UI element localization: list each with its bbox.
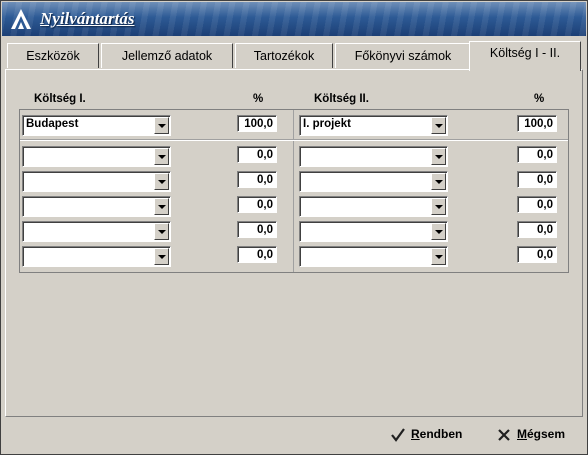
app-logo-icon xyxy=(11,9,31,29)
chevron-down-icon[interactable] xyxy=(431,148,446,165)
koltseg-2-percent-input[interactable]: 0,0 xyxy=(517,246,557,263)
koltseg-2-value: I. projekt xyxy=(303,118,351,130)
koltseg-1-select[interactable] xyxy=(22,246,171,267)
koltseg-2-percent-input[interactable]: 100,0 xyxy=(517,115,557,132)
tab-jellemzo-adatok[interactable]: Jellemző adatok xyxy=(101,43,233,68)
chevron-down-icon[interactable] xyxy=(431,173,446,190)
koltseg-2-select[interactable] xyxy=(299,221,448,242)
koltseg-1-percent-input[interactable]: 0,0 xyxy=(237,171,277,188)
koltseg-1-percent-input[interactable]: 100,0 xyxy=(237,115,277,132)
koltseg-2-select[interactable]: I. projekt xyxy=(299,115,448,136)
koltseg-2-percent-input[interactable]: 0,0 xyxy=(517,196,557,213)
cancel-button[interactable]: Mégsem xyxy=(497,425,565,443)
chevron-down-icon[interactable] xyxy=(154,198,169,215)
koltseg-1-percent-input[interactable]: 0,0 xyxy=(237,146,277,163)
ok-button[interactable]: Rendben xyxy=(391,425,462,443)
koltseg-2-select[interactable] xyxy=(299,171,448,192)
koltseg-2-percent-input[interactable]: 0,0 xyxy=(517,171,557,188)
koltseg-1-select[interactable] xyxy=(22,221,171,242)
koltseg-1-select[interactable] xyxy=(22,146,171,167)
cancel-button-label: Mégsem xyxy=(517,427,566,441)
tab-eszkozok[interactable]: Eszközök xyxy=(7,43,99,68)
koltseg-1-percent-input[interactable]: 0,0 xyxy=(237,246,277,263)
koltseg-1-percent-input[interactable]: 0,0 xyxy=(237,221,277,238)
header-koltseg-2: Költség II. xyxy=(314,93,369,105)
koltseg-1-select[interactable]: Budapest xyxy=(22,115,171,136)
chevron-down-icon[interactable] xyxy=(431,248,446,265)
koltseg-1-select[interactable] xyxy=(22,196,171,217)
window-title: Nyilvántartás xyxy=(40,9,135,28)
chevron-down-icon[interactable] xyxy=(154,148,169,165)
button-bar: Rendben Mégsem xyxy=(5,419,583,451)
koltseg-1-value: Budapest xyxy=(26,118,79,130)
x-icon xyxy=(498,429,510,441)
chevron-down-icon[interactable] xyxy=(431,198,446,215)
column-divider xyxy=(293,110,294,272)
row-divider xyxy=(20,139,568,141)
ok-button-label: Rendben xyxy=(411,427,463,441)
koltseg-2-select[interactable] xyxy=(299,146,448,167)
header-pct-1: % xyxy=(253,93,264,105)
checkmark-icon xyxy=(391,428,405,442)
koltseg-2-select[interactable] xyxy=(299,246,448,267)
chevron-down-icon[interactable] xyxy=(431,117,446,134)
chevron-down-icon[interactable] xyxy=(154,223,169,240)
koltseg-2-percent-input[interactable]: 0,0 xyxy=(517,221,557,238)
koltseg-2-percent-input[interactable]: 0,0 xyxy=(517,146,557,163)
tab-strip: Eszközök Jellemző adatok Tartozékok Főkö… xyxy=(5,41,583,71)
chevron-down-icon[interactable] xyxy=(431,223,446,240)
koltseg-2-select[interactable] xyxy=(299,196,448,217)
chevron-down-icon[interactable] xyxy=(154,117,169,134)
dialog-window: Nyilvántartás Eszközök Jellemző adatok T… xyxy=(0,0,588,455)
tab-tartozekok[interactable]: Tartozékok xyxy=(235,43,333,68)
tab-koltseg[interactable]: Költség I - II. xyxy=(469,41,581,71)
chevron-down-icon[interactable] xyxy=(154,173,169,190)
chevron-down-icon[interactable] xyxy=(154,248,169,265)
tab-fokonyvi-szamok[interactable]: Főkönyvi számok xyxy=(335,43,471,68)
header-pct-2: % xyxy=(534,93,545,105)
title-bar[interactable]: Nyilvántartás xyxy=(2,2,586,36)
koltseg-1-select[interactable] xyxy=(22,171,171,192)
header-koltseg-1: Költség I. xyxy=(34,93,86,105)
koltseg-1-percent-input[interactable]: 0,0 xyxy=(237,196,277,213)
